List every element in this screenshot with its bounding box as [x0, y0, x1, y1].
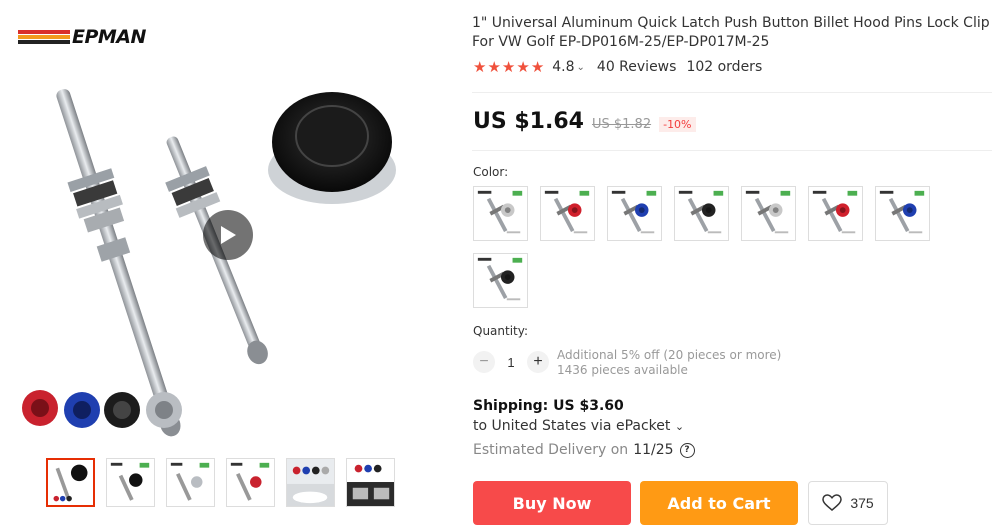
star-icon: ★ — [487, 58, 501, 76]
divider — [472, 150, 992, 151]
star-rating: ★ ★ ★ ★ ★ — [473, 59, 544, 75]
discount-badge: -10% — [659, 117, 696, 132]
estimated-delivery: Estimated Delivery on 11/25 ? — [473, 442, 695, 458]
thumbnail-2[interactable] — [106, 458, 155, 507]
chevron-down-icon: ⌄ — [674, 420, 685, 433]
product-title: 1" Universal Aluminum Quick Latch Push B… — [472, 15, 990, 50]
star-icon: ★ — [516, 58, 530, 76]
divider — [472, 92, 992, 93]
color-swatch-7[interactable] — [875, 186, 930, 241]
quantity-stepper: − 1 + — [473, 351, 549, 373]
rating-row: ★ ★ ★ ★ ★ 4.8 ⌄ 40 Reviews 102 orders — [473, 59, 762, 75]
shipping-title: Shipping: US $3.60 — [473, 398, 624, 414]
swatch-thumbnail — [876, 187, 929, 240]
shipping-destination[interactable]: to United States via ePacket ⌄ — [473, 418, 684, 434]
thumbnail-strip — [46, 458, 395, 507]
delivery-label: Estimated Delivery on — [473, 442, 629, 458]
pieces-available: 1436 pieces available — [557, 363, 688, 377]
chevron-down-icon[interactable]: ⌄ — [577, 62, 585, 73]
heart-icon — [822, 494, 843, 511]
color-label: Color: — [473, 165, 509, 179]
quantity-increase-button[interactable]: + — [527, 351, 549, 373]
quantity-decrease-button[interactable]: − — [473, 351, 495, 373]
current-price: US $1.64 — [473, 109, 584, 134]
color-swatch-5[interactable] — [741, 186, 796, 241]
swatch-thumbnail — [809, 187, 862, 240]
star-icon: ★ — [473, 58, 487, 76]
logo-text: EPMAN — [72, 26, 146, 48]
color-swatch-2[interactable] — [540, 186, 595, 241]
shipping-destination-text: to United States via ePacket — [473, 418, 671, 434]
thumbnail-1[interactable] — [46, 458, 95, 507]
logo-stripes — [18, 30, 70, 44]
orders-count: 102 orders — [686, 59, 763, 75]
swatch-thumbnail — [474, 187, 527, 240]
swatch-thumbnail — [474, 254, 527, 307]
rating-score[interactable]: 4.8 — [552, 59, 574, 75]
color-swatch-3[interactable] — [607, 186, 662, 241]
thumbnail-4[interactable] — [226, 458, 275, 507]
thumbnail-6[interactable] — [346, 458, 395, 507]
star-icon: ★ — [501, 58, 516, 76]
quantity-info: Additional 5% off (20 pieces or more) 14… — [557, 348, 781, 378]
brand-logo: EPMAN — [18, 26, 146, 48]
quantity-input[interactable]: 1 — [495, 355, 527, 370]
swatch-thumbnail — [608, 187, 661, 240]
star-icon: ★ — [530, 58, 545, 76]
wishlist-count: 375 — [850, 495, 874, 511]
quantity-label: Quantity: — [473, 324, 529, 338]
delivery-date: 11/25 — [633, 442, 674, 458]
original-price: US $1.82 — [591, 117, 652, 132]
bulk-discount-note: Additional 5% off (20 pieces or more) — [557, 348, 782, 362]
thumbnail-3[interactable] — [166, 458, 215, 507]
color-swatches — [473, 186, 943, 308]
swatch-thumbnail — [742, 187, 795, 240]
wishlist-button[interactable]: 375 — [808, 481, 888, 525]
question-circle-icon[interactable]: ? — [679, 442, 695, 458]
color-swatch-4[interactable] — [674, 186, 729, 241]
video-play-button[interactable] — [203, 210, 253, 260]
color-swatch-6[interactable] — [808, 186, 863, 241]
color-swatch-1[interactable] — [473, 186, 528, 241]
add-to-cart-button[interactable]: Add to Cart — [640, 481, 798, 525]
swatch-thumbnail — [675, 187, 728, 240]
price-row: US $1.64 US $1.82 -10% — [473, 109, 696, 134]
color-swatch-8[interactable] — [473, 253, 528, 308]
buy-now-button[interactable]: Buy Now — [473, 481, 631, 525]
reviews-link[interactable]: 40 Reviews — [597, 59, 677, 75]
play-icon — [221, 226, 236, 244]
swatch-thumbnail — [541, 187, 594, 240]
thumbnail-5[interactable] — [286, 458, 335, 507]
